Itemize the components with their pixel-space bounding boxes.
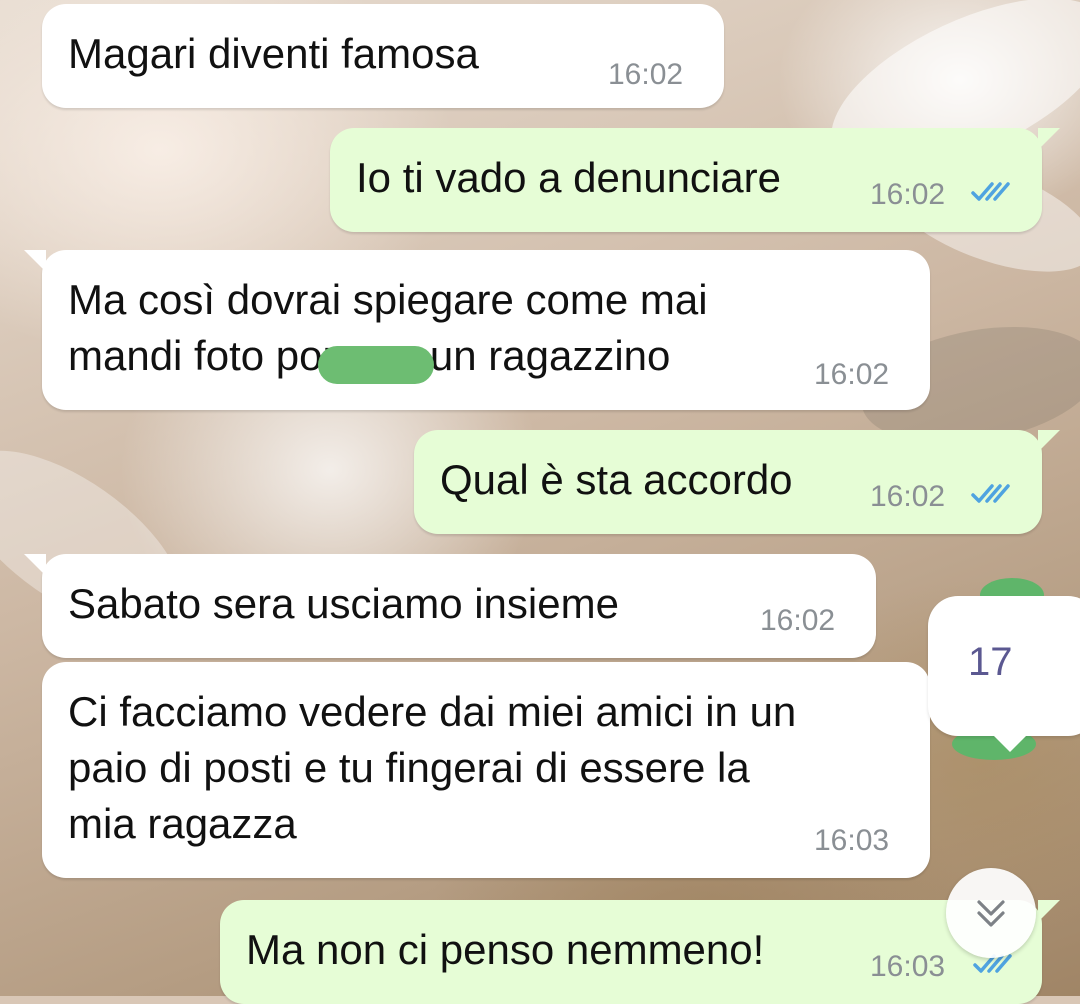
- redaction-mark: [318, 346, 434, 384]
- message-timestamp: 16:03: [814, 824, 890, 857]
- double-chevron-down-icon: [977, 900, 1005, 927]
- message-text: Ci facciamo vedere dai miei amici in un …: [68, 688, 797, 847]
- message-bubble-incoming[interactable]: Ma così dovrai spiegare come mai mandi f…: [24, 250, 930, 410]
- message-bubble-incoming[interactable]: Ci facciamo vedere dai miei amici in un …: [42, 662, 930, 878]
- message-text: Qual è sta accordo: [440, 456, 793, 503]
- message-bubble-incoming[interactable]: Magari diventi famosa 16:02: [42, 4, 724, 108]
- message-timestamp: 16:03: [870, 950, 946, 983]
- unread-count: 17: [968, 640, 1013, 684]
- message-timestamp: 16:02: [760, 604, 836, 637]
- double-check-read-icon: [971, 182, 1010, 201]
- message-timestamp: 16:02: [870, 178, 946, 211]
- message-text: Magari diventi famosa: [68, 30, 479, 77]
- message-timestamp: 16:02: [814, 358, 890, 391]
- message-timestamp: 16:02: [870, 480, 946, 513]
- message-timestamp: 16:02: [608, 58, 684, 91]
- message-text: Io ti vado a denunciare: [356, 154, 781, 201]
- message-bubble-incoming[interactable]: Sabato sera usciamo insieme 16:02: [24, 554, 876, 658]
- message-bubble-outgoing[interactable]: Io ti vado a denunciare 16:02: [330, 128, 1060, 232]
- scroll-to-bottom-button[interactable]: [946, 868, 1036, 958]
- unread-count-badge[interactable]: 17: [928, 596, 1080, 752]
- double-check-read-icon: [971, 484, 1010, 503]
- message-text: Sabato sera usciamo insieme: [68, 580, 619, 627]
- message-bubble-outgoing[interactable]: Ma non ci penso nemmeno! 16:03: [220, 900, 1060, 1004]
- message-text: Ma non ci penso nemmeno!: [246, 926, 765, 973]
- message-bubble-outgoing[interactable]: Qual è sta accordo 16:02: [414, 430, 1060, 534]
